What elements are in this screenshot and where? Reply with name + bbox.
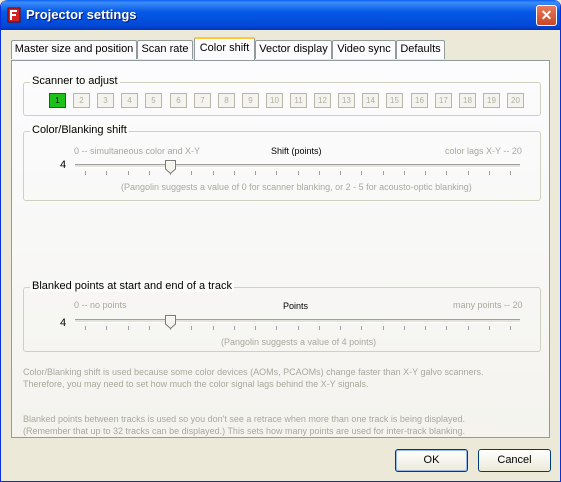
color-shift-tick [255,171,256,175]
note-color-shift-line1: Color/Blanking shift is used because som… [23,367,484,377]
color-shift-tick [468,171,469,175]
scanner-button-9[interactable]: 9 [242,93,259,108]
blanked-points-group-legend: Blanked points at start and end of a tra… [30,280,234,292]
scanner-button-19[interactable]: 19 [483,93,500,108]
blanked-points-tick [298,326,299,330]
blanked-points-tick [128,326,129,330]
blanked-points-tick [404,326,405,330]
blanked-points-tick [149,326,150,330]
scanner-button-14[interactable]: 14 [362,93,379,108]
blanked-points-min-label: 0 -- no points [74,300,127,310]
blanked-points-tick [468,326,469,330]
note-color-shift-line2: Therefore, you may need to set how much … [23,379,369,389]
color-shift-tick [489,171,490,175]
blanked-points-tick [255,326,256,330]
color-shift-tick [319,171,320,175]
color-shift-tick [149,171,150,175]
projector-settings-dialog: Projector settings ✕ Master size and pos… [0,0,561,482]
scanner-button-11[interactable]: 11 [290,93,307,108]
blanked-points-tick [85,326,86,330]
tab-defaults[interactable]: Defaults [396,40,445,59]
blanked-points-tick [191,326,192,330]
scanner-button-12[interactable]: 12 [314,93,331,108]
color-shift-slider-track[interactable] [75,164,520,168]
blanked-points-tick [383,326,384,330]
color-shift-tick [425,171,426,175]
color-shift-max-label: color lags X-Y -- 20 [445,146,522,156]
window-title: Projector settings [26,7,137,22]
ok-button[interactable]: OK [395,449,468,472]
scanner-button-4[interactable]: 4 [121,93,138,108]
scanner-button-7[interactable]: 7 [194,93,211,108]
color-shift-tick [213,171,214,175]
blanked-points-tick [234,326,235,330]
blanked-points-tick [106,326,107,330]
blanked-points-tick [276,326,277,330]
blanked-points-slider-thumb[interactable] [165,315,176,329]
scanner-button-3[interactable]: 3 [97,93,114,108]
blanked-points-max-label: many points -- 20 [453,300,523,310]
scanner-button-2[interactable]: 2 [73,93,90,108]
close-icon: ✕ [540,7,553,23]
color-shift-tick [446,171,447,175]
color-shift-min-label: 0 -- simultaneous color and X-Y [74,146,201,156]
tab-color-shift[interactable]: Color shift [194,37,255,60]
scanner-button-8[interactable]: 8 [218,93,235,108]
color-shift-value: 4 [60,159,67,171]
blanked-points-tick [319,326,320,330]
scanner-button-15[interactable]: 15 [386,93,403,108]
color-shift-tick [106,171,107,175]
scanner-button-13[interactable]: 13 [338,93,355,108]
color-shift-suggestion: (Pangolin suggests a value of 0 for scan… [121,182,472,192]
blanked-points-tick [340,326,341,330]
tab-master-size-and-position[interactable]: Master size and position [11,40,137,59]
scanner-button-5[interactable]: 5 [145,93,162,108]
scanner-button-1[interactable]: 1 [49,93,66,108]
scanner-button-10[interactable]: 10 [266,93,283,108]
app-icon [7,7,21,23]
cancel-button[interactable]: Cancel [478,449,551,472]
blanked-points-tick [446,326,447,330]
color-shift-center-label: Shift (points) [271,146,322,156]
blanked-points-center-label: Points [283,301,309,311]
blanked-points-tick [489,326,490,330]
color-shift-tick [85,171,86,175]
color-shift-group-legend: Color/Blanking shift [30,124,129,136]
color-shift-tick [510,171,511,175]
scanner-button-17[interactable]: 17 [435,93,452,108]
note-blanked-line2: (Remember that up to 32 tracks can be di… [23,426,466,436]
title-bar[interactable]: Projector settings ✕ [1,0,560,30]
scanner-button-18[interactable]: 18 [459,93,476,108]
blanked-points-tick [213,326,214,330]
blanked-points-tick [425,326,426,330]
color-shift-slider-thumb[interactable] [165,160,176,174]
scanner-group-legend: Scanner to adjust [30,75,120,87]
blanked-points-tick [361,326,362,330]
color-shift-tick [276,171,277,175]
scanner-button-6[interactable]: 6 [170,93,187,108]
blanked-points-value: 4 [60,317,67,329]
color-shift-tick [191,171,192,175]
color-shift-tick [404,171,405,175]
color-shift-tick [340,171,341,175]
color-shift-tick [128,171,129,175]
scanner-button-16[interactable]: 16 [411,93,428,108]
scanner-button-20[interactable]: 20 [507,93,524,108]
color-shift-tick [383,171,384,175]
tab-vector-display[interactable]: Vector display [255,40,332,59]
color-shift-tick [234,171,235,175]
color-shift-tick [361,171,362,175]
note-blanked-line1: Blanked points between tracks is used so… [23,414,465,424]
blanked-points-slider-track[interactable] [75,319,520,323]
tab-video-sync[interactable]: Video sync [332,40,396,59]
close-button[interactable]: ✕ [536,5,557,26]
tab-scan-rate[interactable]: Scan rate [137,40,193,59]
color-shift-tick [298,171,299,175]
blanked-points-suggestion: (Pangolin suggests a value of 4 points) [221,337,377,347]
blanked-points-tick [510,326,511,330]
